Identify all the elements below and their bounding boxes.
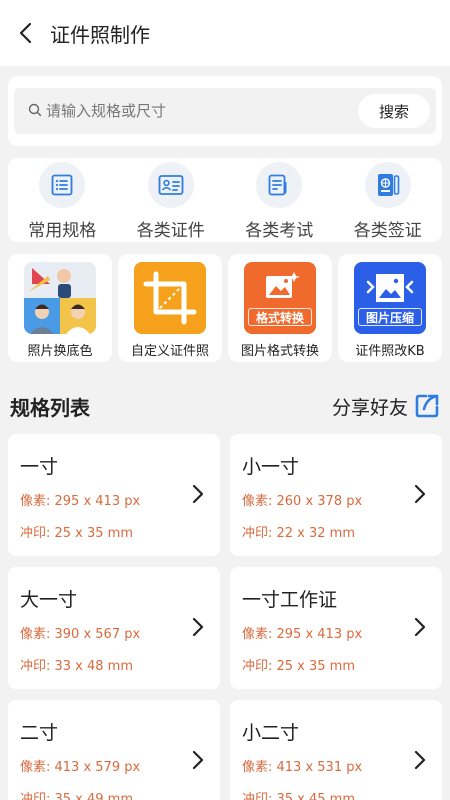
exam-icon bbox=[256, 162, 303, 208]
spec-card[interactable]: 小一寸 像素: 260 x 378 px 冲印: 22 x 32 mm bbox=[230, 434, 442, 556]
spec-name: 二寸 bbox=[20, 722, 59, 744]
category-label: 各类签证 bbox=[353, 221, 422, 241]
spec-print-size: 冲印: 35 x 49 mm bbox=[20, 792, 134, 800]
spec-pixels: 像素: 413 x 579 px bbox=[20, 760, 141, 775]
chevron-right-icon bbox=[414, 617, 426, 637]
spec-pixels: 像素: 413 x 531 px bbox=[242, 760, 363, 775]
list-icon bbox=[39, 162, 86, 208]
spec-name: 一寸工作证 bbox=[242, 589, 338, 611]
category-label: 各类证件 bbox=[136, 221, 205, 241]
spec-pixels: 像素: 295 x 413 px bbox=[242, 627, 363, 642]
spec-card[interactable]: 小二寸 像素: 413 x 531 px 冲印: 35 x 45 mm bbox=[230, 700, 442, 800]
id-card-icon bbox=[147, 162, 194, 208]
search-input[interactable] bbox=[46, 102, 346, 120]
spec-pixels: 像素: 260 x 378 px bbox=[242, 494, 363, 509]
search-card: 搜索 bbox=[8, 76, 442, 146]
chevron-right-icon bbox=[414, 750, 426, 770]
spec-list-title: 规格列表 bbox=[10, 395, 90, 420]
category-exams[interactable]: 各类考试 bbox=[225, 158, 334, 242]
chevron-right-icon bbox=[192, 617, 204, 637]
category-common-specs[interactable]: 常用规格 bbox=[8, 158, 117, 242]
portrait-collage-icon bbox=[24, 262, 96, 334]
spec-print-size: 冲印: 25 x 35 mm bbox=[242, 659, 356, 674]
back-button[interactable] bbox=[0, 0, 50, 66]
spec-name: 小二寸 bbox=[242, 722, 300, 744]
tool-row: 照片换底色 自定义证件照 格式转换 图片格式转换 图片压缩 证件照改KB bbox=[8, 254, 442, 362]
spec-print-size: 冲印: 22 x 32 mm bbox=[242, 526, 356, 541]
page-title: 证件照制作 bbox=[50, 22, 150, 47]
tool-change-background[interactable]: 照片换底色 bbox=[8, 254, 112, 362]
share-button[interactable]: 分享好友 bbox=[332, 393, 440, 420]
tool-label: 证件照改KB bbox=[355, 344, 425, 359]
search-button[interactable]: 搜索 bbox=[358, 94, 430, 128]
tool-label: 照片换底色 bbox=[27, 344, 93, 359]
top-bar: 证件照制作 bbox=[0, 0, 450, 66]
category-id-documents[interactable]: 各类证件 bbox=[117, 158, 226, 242]
search-icon bbox=[28, 102, 42, 121]
category-bar: 常用规格 各类证件 各类考试 各类签证 bbox=[8, 158, 442, 242]
spec-pixels: 像素: 295 x 413 px bbox=[20, 494, 141, 509]
thumb-caption: 格式转换 bbox=[248, 308, 312, 326]
spec-print-size: 冲印: 35 x 45 mm bbox=[242, 792, 356, 800]
tool-custom-photo[interactable]: 自定义证件照 bbox=[118, 254, 222, 362]
chevron-right-icon bbox=[414, 484, 426, 504]
tool-label: 图片格式转换 bbox=[240, 344, 319, 359]
spec-list-header: 规格列表 分享好友 bbox=[10, 388, 440, 424]
chevron-right-icon bbox=[192, 750, 204, 770]
spec-card[interactable]: 一寸工作证 像素: 295 x 413 px 冲印: 25 x 35 mm bbox=[230, 567, 442, 689]
image-format-icon: 格式转换 bbox=[244, 262, 316, 334]
thumb-caption: 图片压缩 bbox=[358, 308, 422, 326]
category-label: 各类考试 bbox=[245, 221, 314, 241]
passport-icon bbox=[364, 162, 411, 208]
tool-format-convert[interactable]: 格式转换 图片格式转换 bbox=[228, 254, 332, 362]
spec-print-size: 冲印: 33 x 48 mm bbox=[20, 659, 134, 674]
category-label: 常用规格 bbox=[28, 221, 97, 241]
category-visas[interactable]: 各类签证 bbox=[334, 158, 443, 242]
tool-label: 自定义证件照 bbox=[130, 344, 209, 359]
spec-name: 一寸 bbox=[20, 456, 59, 478]
spec-print-size: 冲印: 25 x 35 mm bbox=[20, 526, 134, 541]
spec-name: 小一寸 bbox=[242, 456, 300, 478]
chevron-left-icon bbox=[19, 22, 32, 44]
spec-pixels: 像素: 390 x 567 px bbox=[20, 627, 141, 642]
chevron-right-icon bbox=[192, 484, 204, 504]
spec-card[interactable]: 二寸 像素: 413 x 579 px 冲印: 35 x 49 mm bbox=[8, 700, 220, 800]
tool-compress-kb[interactable]: 图片压缩 证件照改KB bbox=[338, 254, 442, 362]
spec-name: 大一寸 bbox=[20, 589, 78, 611]
share-icon bbox=[415, 394, 439, 418]
spec-card[interactable]: 大一寸 像素: 390 x 567 px 冲印: 33 x 48 mm bbox=[8, 567, 220, 689]
crop-icon bbox=[134, 262, 206, 334]
search-box: 搜索 bbox=[14, 88, 436, 134]
share-label: 分享好友 bbox=[331, 396, 408, 419]
spec-card[interactable]: 一寸 像素: 295 x 413 px 冲印: 25 x 35 mm bbox=[8, 434, 220, 556]
compress-icon: 图片压缩 bbox=[354, 262, 426, 334]
